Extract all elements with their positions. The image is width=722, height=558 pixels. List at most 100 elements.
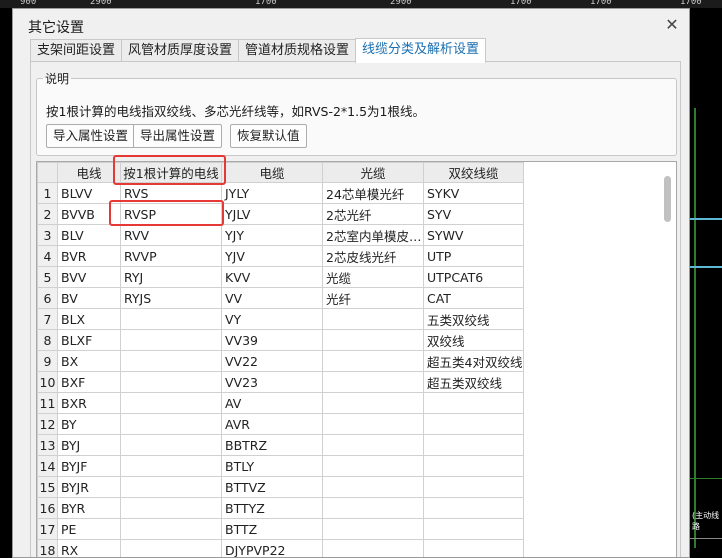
cable-cell[interactable]: VY — [221, 308, 323, 330]
wire-cell[interactable]: BXR — [57, 392, 121, 414]
cable-cell[interactable]: YJLV — [221, 203, 323, 225]
optical-cable-cell[interactable]: 2芯皮线光纤 — [322, 245, 424, 267]
table-row[interactable]: 13 BYJ BBTRZ — [37, 434, 524, 456]
twisted-pair-cell[interactable] — [423, 497, 524, 519]
wire-cell[interactable]: BVVB — [57, 203, 121, 225]
wire-cell[interactable]: RX — [57, 539, 121, 557]
column-header-optical-cable[interactable]: 光缆 — [322, 162, 424, 183]
export-settings-button[interactable]: 导出属性设置 — [133, 124, 223, 148]
table-row[interactable]: 2 BVVB RVSP YJLV 2芯光纤 SYV — [37, 203, 524, 225]
twisted-pair-cell[interactable]: 超五类双绞线 — [423, 371, 524, 393]
table-row[interactable]: 8 BLXF VV39 双绞线 — [37, 329, 524, 351]
twisted-pair-cell[interactable]: SYKV — [423, 182, 524, 204]
optical-cable-cell[interactable] — [322, 308, 424, 330]
wire-cell[interactable]: BYR — [57, 497, 121, 519]
twisted-pair-cell[interactable] — [423, 539, 524, 557]
optical-cable-cell[interactable] — [322, 455, 424, 477]
cable-cell[interactable]: VV39 — [221, 329, 323, 351]
cable-cell[interactable]: AVR — [221, 413, 323, 435]
scrollbar-thumb[interactable] — [664, 176, 671, 222]
twisted-pair-cell[interactable]: 超五类4对双绞线 — [423, 350, 524, 372]
optical-cable-cell[interactable] — [322, 539, 424, 557]
optical-cable-cell[interactable]: 光缆 — [322, 266, 424, 288]
cable-cell[interactable]: BTTVZ — [221, 476, 323, 498]
cable-cell[interactable]: VV23 — [221, 371, 323, 393]
cable-cell[interactable]: BTLY — [221, 455, 323, 477]
column-header-single-count-wire[interactable]: 按1根计算的电线 — [120, 162, 222, 183]
tab-support-spacing[interactable]: 支架间距设置 — [30, 39, 123, 62]
optical-cable-cell[interactable]: 2芯室内单模皮… — [322, 224, 424, 246]
optical-cable-cell[interactable] — [322, 434, 424, 456]
single-count-wire-cell[interactable] — [120, 518, 222, 540]
tab-duct-thickness[interactable]: 风管材质厚度设置 — [121, 39, 240, 62]
optical-cable-cell[interactable] — [322, 392, 424, 414]
table-row[interactable]: 4 BVR RVVP YJV 2芯皮线光纤 UTP — [37, 245, 524, 267]
twisted-pair-cell[interactable]: UTP — [423, 245, 524, 267]
table-row[interactable]: 6 BV RYJS VV 光纤 CAT — [37, 287, 524, 309]
wire-cell[interactable]: BX — [57, 350, 121, 372]
tab-pipe-spec[interactable]: 管道材质规格设置 — [238, 39, 357, 62]
table-row[interactable]: 9 BX VV22 超五类4对双绞线 — [37, 350, 524, 372]
cable-cell[interactable]: BTTZ — [221, 518, 323, 540]
wire-cell[interactable]: BYJF — [57, 455, 121, 477]
wire-cell[interactable]: BXF — [57, 371, 121, 393]
table-row[interactable]: 1 BLVV RVS JYLY 24芯单模光纤 SYKV — [37, 182, 524, 204]
wire-cell[interactable]: BYJ — [57, 434, 121, 456]
single-count-wire-cell[interactable] — [120, 392, 222, 414]
wire-cell[interactable]: BLV — [57, 224, 121, 246]
twisted-pair-cell[interactable]: CAT — [423, 287, 524, 309]
wire-cell[interactable]: BYJR — [57, 476, 121, 498]
twisted-pair-cell[interactable] — [423, 455, 524, 477]
optical-cable-cell[interactable] — [322, 329, 424, 351]
table-row[interactable]: 15 BYJR BTTVZ — [37, 476, 524, 498]
single-count-wire-cell[interactable]: RVS — [120, 182, 222, 204]
import-settings-button[interactable]: 导入属性设置 — [46, 124, 136, 148]
wire-cell[interactable]: BLX — [57, 308, 121, 330]
single-count-wire-cell[interactable]: RVSP — [120, 203, 222, 225]
single-count-wire-cell[interactable] — [120, 455, 222, 477]
optical-cable-cell[interactable] — [322, 497, 424, 519]
wire-cell[interactable]: BV — [57, 287, 121, 309]
single-count-wire-cell[interactable] — [120, 350, 222, 372]
twisted-pair-cell[interactable] — [423, 434, 524, 456]
optical-cable-cell[interactable] — [322, 413, 424, 435]
single-count-wire-cell[interactable] — [120, 371, 222, 393]
optical-cable-cell[interactable] — [322, 371, 424, 393]
cable-cell[interactable]: KVV — [221, 266, 323, 288]
single-count-wire-cell[interactable] — [120, 539, 222, 557]
cable-cell[interactable]: AV — [221, 392, 323, 414]
column-header-twisted-pair[interactable]: 双绞线缆 — [423, 162, 524, 183]
restore-defaults-button[interactable]: 恢复默认值 — [230, 124, 307, 148]
twisted-pair-cell[interactable] — [423, 476, 524, 498]
table-row[interactable]: 7 BLX VY 五类双绞线 — [37, 308, 524, 330]
cable-cell[interactable]: VV22 — [221, 350, 323, 372]
table-row[interactable]: 12 BY AVR — [37, 413, 524, 435]
close-icon[interactable]: ✕ — [663, 16, 681, 34]
single-count-wire-cell[interactable]: RVV — [120, 224, 222, 246]
twisted-pair-cell[interactable] — [423, 518, 524, 540]
wire-cell[interactable]: BLVV — [57, 182, 121, 204]
table-row[interactable]: 3 BLV RVV YJY 2芯室内单模皮… SYWV — [37, 224, 524, 246]
optical-cable-cell[interactable]: 2芯光纤 — [322, 203, 424, 225]
single-count-wire-cell[interactable] — [120, 497, 222, 519]
twisted-pair-cell[interactable]: 五类双绞线 — [423, 308, 524, 330]
wire-cell[interactable]: BVV — [57, 266, 121, 288]
table-row[interactable]: 14 BYJF BTLY — [37, 455, 524, 477]
twisted-pair-cell[interactable]: SYV — [423, 203, 524, 225]
tab-cable-classification[interactable]: 线缆分类及解析设置 — [355, 38, 487, 63]
single-count-wire-cell[interactable] — [120, 476, 222, 498]
table-row[interactable]: 16 BYR BTTYZ — [37, 497, 524, 519]
wire-cell[interactable]: BLXF — [57, 329, 121, 351]
table-row[interactable]: 5 BVV RYJ KVV 光缆 UTPCAT6 — [37, 266, 524, 288]
wire-cell[interactable]: PE — [57, 518, 121, 540]
single-count-wire-cell[interactable] — [120, 434, 222, 456]
single-count-wire-cell[interactable] — [120, 329, 222, 351]
optical-cable-cell[interactable]: 24芯单模光纤 — [322, 182, 424, 204]
twisted-pair-cell[interactable] — [423, 413, 524, 435]
single-count-wire-cell[interactable]: RYJS — [120, 287, 222, 309]
cable-cell[interactable]: DJYPVP22 — [221, 539, 323, 557]
optical-cable-cell[interactable] — [322, 476, 424, 498]
optical-cable-cell[interactable] — [322, 350, 424, 372]
table-row[interactable]: 18 RX DJYPVP22 — [37, 539, 524, 557]
cable-cell[interactable]: BBTRZ — [221, 434, 323, 456]
